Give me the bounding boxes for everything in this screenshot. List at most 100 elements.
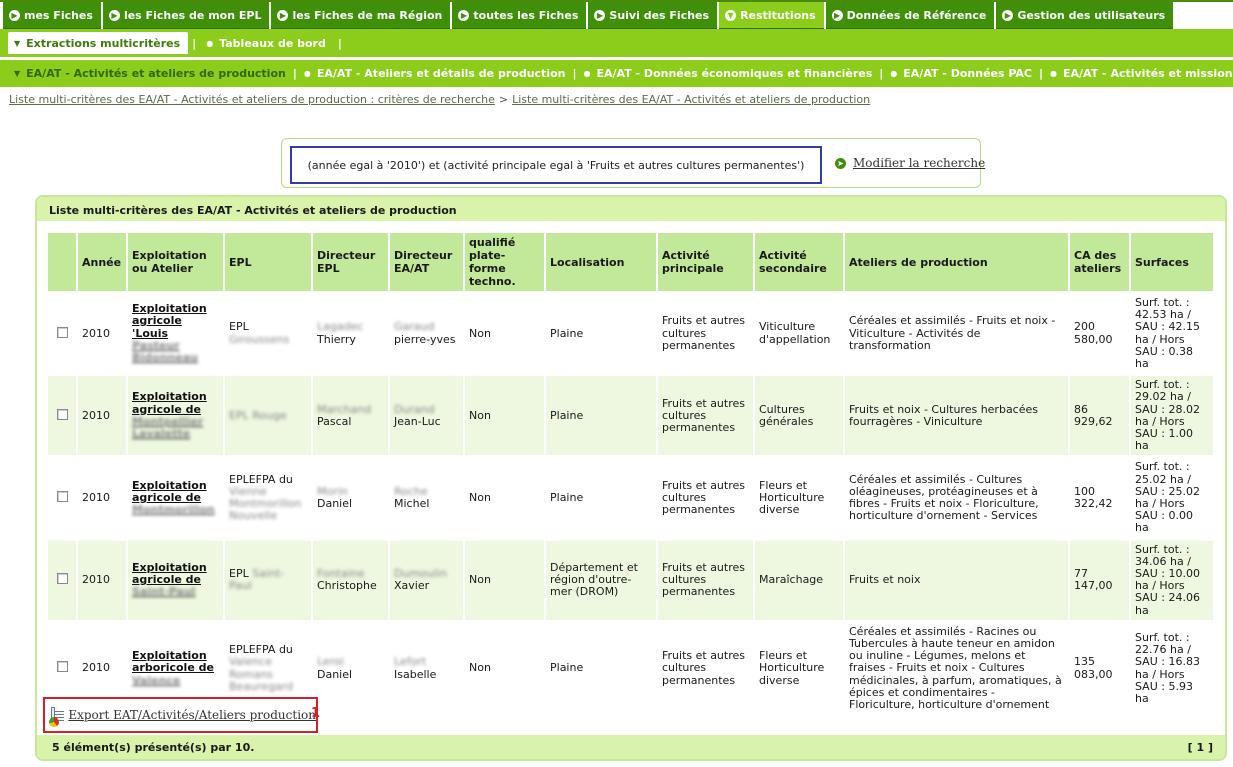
cell-directeur-ea: Jean-Luc <box>394 414 441 428</box>
column-header-epl[interactable]: EPL <box>225 233 313 291</box>
separator: | <box>292 67 297 80</box>
table-row[interactable]: 2010 Exploitation agricole de Montpellier… <box>48 373 1215 456</box>
arrow-right-icon: ▶ <box>458 9 470 21</box>
column-header-qualifie[interactable]: qualifié plate-forme techno. <box>465 233 546 291</box>
nav-tab-3[interactable]: ▶ toutes les Fiches <box>452 2 587 29</box>
redacted-text: Pasteur Bidonneau <box>132 338 198 364</box>
table-row[interactable]: 2010 Exploitation agricole de Montmorillo… <box>48 455 1215 538</box>
breadcrumb-link-list[interactable]: Liste multi-critères des EA/AT - Activit… <box>512 93 870 106</box>
cell-annee: 2010 <box>82 661 110 675</box>
sub-nav: ▼ Extractions multicritères | ● Tableaux… <box>0 29 1233 57</box>
section-nav: ▼ EA/AT - Activités et ateliers de produ… <box>0 57 1233 87</box>
cell-epl: EPLEFPA du <box>229 472 293 486</box>
nav-tab-label: Suivi des Fiches <box>609 8 710 22</box>
cell-ca: 86 929,62 <box>1074 402 1113 428</box>
cell-annee: 2010 <box>82 490 110 504</box>
column-header-surfaces[interactable]: Surfaces <box>1131 233 1215 291</box>
secnav-item-activites-missions[interactable]: ● EA/AT - Activités et missions <box>1050 67 1233 80</box>
exploitation-link[interactable]: Exploitation agricole de Saint-Paul <box>132 561 207 598</box>
redacted-text: Valence Romans Beauregard <box>229 655 294 693</box>
expand-icon: ▼ <box>725 9 737 21</box>
nav-tab-1[interactable]: ▶ les Fiches de mon EPL <box>102 2 270 29</box>
redacted-text: Valence <box>132 673 181 687</box>
column-header-ateliers[interactable]: Ateliers de production <box>845 233 1070 291</box>
cell-directeur-epl: Pascal <box>317 414 352 428</box>
secnav-item-donnees-eco[interactable]: ● EA/AT - Données économiques et financi… <box>584 67 873 80</box>
arrow-right-icon: ▶ <box>277 9 289 21</box>
search-criteria-panel: (année egal à '2010') et (activité princ… <box>281 138 985 188</box>
breadcrumb-separator: > <box>498 93 509 106</box>
breadcrumb-link-criteria[interactable]: Liste multi-critères des EA/AT - Activit… <box>9 93 495 106</box>
cell-activite-secondaire: Cultures générales <box>759 402 814 428</box>
cell-annee: 2010 <box>82 573 110 587</box>
column-header-exploitation[interactable]: Exploitation ou Atelier <box>128 233 225 291</box>
modify-search-link[interactable]: Modifier la recherche <box>853 156 985 170</box>
table-row[interactable]: 2010 Exploitation agricole 'Louis Pasteur… <box>48 291 1215 374</box>
cell-directeur-epl: Daniel <box>317 667 353 681</box>
nav-tab-6[interactable]: ▶ Données de Référence <box>825 2 995 29</box>
export-link[interactable]: Export EAT/Activités/Ateliers production <box>68 708 316 722</box>
secnav-item-label: EA/AT - Activités et ateliers de product… <box>26 67 286 80</box>
subnav-item-tableaux[interactable]: ● Tableaux de bord <box>200 32 334 54</box>
row-checkbox[interactable] <box>56 573 68 585</box>
cell-activite-principale: Fruits et autres cultures permanentes <box>662 478 745 517</box>
cell-surfaces: Surf. tot. : 42.53 ha / SAU : 42.15 ha /… <box>1135 296 1200 371</box>
table-row[interactable]: 2010 Exploitation agricole de Saint-Paul E… <box>48 537 1215 620</box>
redacted-text: Dumoulin <box>394 567 447 581</box>
bullet-icon: ● <box>206 38 214 48</box>
cell-surfaces: Surf. tot. : 34.06 ha / SAU : 10.00 ha /… <box>1135 542 1200 617</box>
secnav-item-donnees-pac[interactable]: ● EA/AT - Données PAC <box>890 67 1032 80</box>
nav-tab-label: Données de Référence <box>846 8 987 22</box>
cell-qualifie: Non <box>469 573 491 587</box>
modify-search[interactable]: ➤ Modifier la recherche <box>835 156 985 170</box>
column-header-activite-principale[interactable]: Activité principale <box>658 233 755 291</box>
cell-localisation: Plaine <box>550 490 584 504</box>
cell-directeur-epl: Christophe <box>317 579 377 593</box>
cell-localisation: Plaine <box>550 326 584 340</box>
column-header-activite-secondaire[interactable]: Activité secondaire <box>755 233 845 291</box>
cell-activite-principale: Fruits et autres cultures permanentes <box>662 314 745 352</box>
cell-ca: 77 147,00 <box>1074 567 1113 593</box>
expand-icon: ▼ <box>14 69 21 78</box>
subnav-item-extractions[interactable]: ▼ Extractions multicritères <box>8 32 189 54</box>
spreadsheet-chart-icon[interactable] <box>49 706 66 727</box>
pager[interactable]: [ 1 ] <box>1188 741 1213 754</box>
exploitation-link[interactable]: Exploitation arboricole de Valence <box>132 649 214 687</box>
cell-ateliers: Fruits et noix - Cultures herbacées four… <box>849 402 1038 428</box>
pagination-bar: 5 élément(s) présenté(s) par 10. [ 1 ] <box>37 735 1225 759</box>
nav-tab-5[interactable]: ▼ Restitutions <box>719 2 824 29</box>
secnav-item-activites-ateliers[interactable]: ▼ EA/AT - Activités et ateliers de produ… <box>14 67 286 80</box>
redacted-text: Montpellier Lavalette <box>132 414 204 441</box>
cell-activite-secondaire: Fleurs et Horticulture diverse <box>759 478 825 517</box>
redacted-text: Lefort <box>394 655 427 669</box>
separator: | <box>879 67 884 80</box>
column-header-annee[interactable]: Année <box>78 233 128 291</box>
expand-icon: ▼ <box>14 38 21 48</box>
cell-ateliers: Céréales et assimilés - Cultures oléagin… <box>849 472 1039 523</box>
secnav-item-ateliers-details[interactable]: ● EA/AT - Ateliers et détails de product… <box>304 67 566 80</box>
nav-tab-0[interactable]: ▶ mes Fiches <box>3 2 101 29</box>
arrow-right-icon: ▶ <box>831 9 843 21</box>
cell-directeur-epl: Thierry <box>317 332 356 346</box>
row-checkbox[interactable] <box>56 326 68 338</box>
exploitation-link[interactable]: Exploitation agricole de Montpellier Lav… <box>132 390 207 440</box>
row-checkbox[interactable] <box>56 408 68 420</box>
column-header-directeur-ea[interactable]: Directeur EA/AT <box>390 233 465 291</box>
cell-activite-secondaire: Viticulture d'appellation <box>759 320 831 346</box>
nav-tab-7[interactable]: ▶ Gestion des utilisateurs <box>996 2 1174 29</box>
exploitation-name: Exploitation agricole de <box>132 390 207 416</box>
row-checkbox[interactable] <box>56 490 68 502</box>
separator: | <box>1039 67 1044 80</box>
cell-surfaces: Surf. tot. : 22.76 ha / SAU : 16.83 ha /… <box>1135 630 1200 705</box>
exploitation-link[interactable]: Exploitation agricole 'Louis Pasteur Bid… <box>132 302 207 364</box>
bullet-icon: ● <box>1050 69 1058 78</box>
row-checkbox[interactable] <box>56 661 68 673</box>
arrow-right-icon: ▶ <box>9 9 20 21</box>
nav-tab-4[interactable]: ▶ Suivi des Fiches <box>588 2 718 29</box>
column-header-ca[interactable]: CA des ateliers <box>1070 233 1131 291</box>
column-header-directeur-epl[interactable]: Directeur EPL <box>313 233 390 291</box>
nav-tab-2[interactable]: ▶ les Fiches de ma Région <box>271 2 451 29</box>
column-header-localisation[interactable]: Localisation <box>546 233 658 291</box>
exploitation-link[interactable]: Exploitation agricole de Montmorillon <box>132 479 215 516</box>
cell-ca: 100 322,42 <box>1074 484 1113 511</box>
